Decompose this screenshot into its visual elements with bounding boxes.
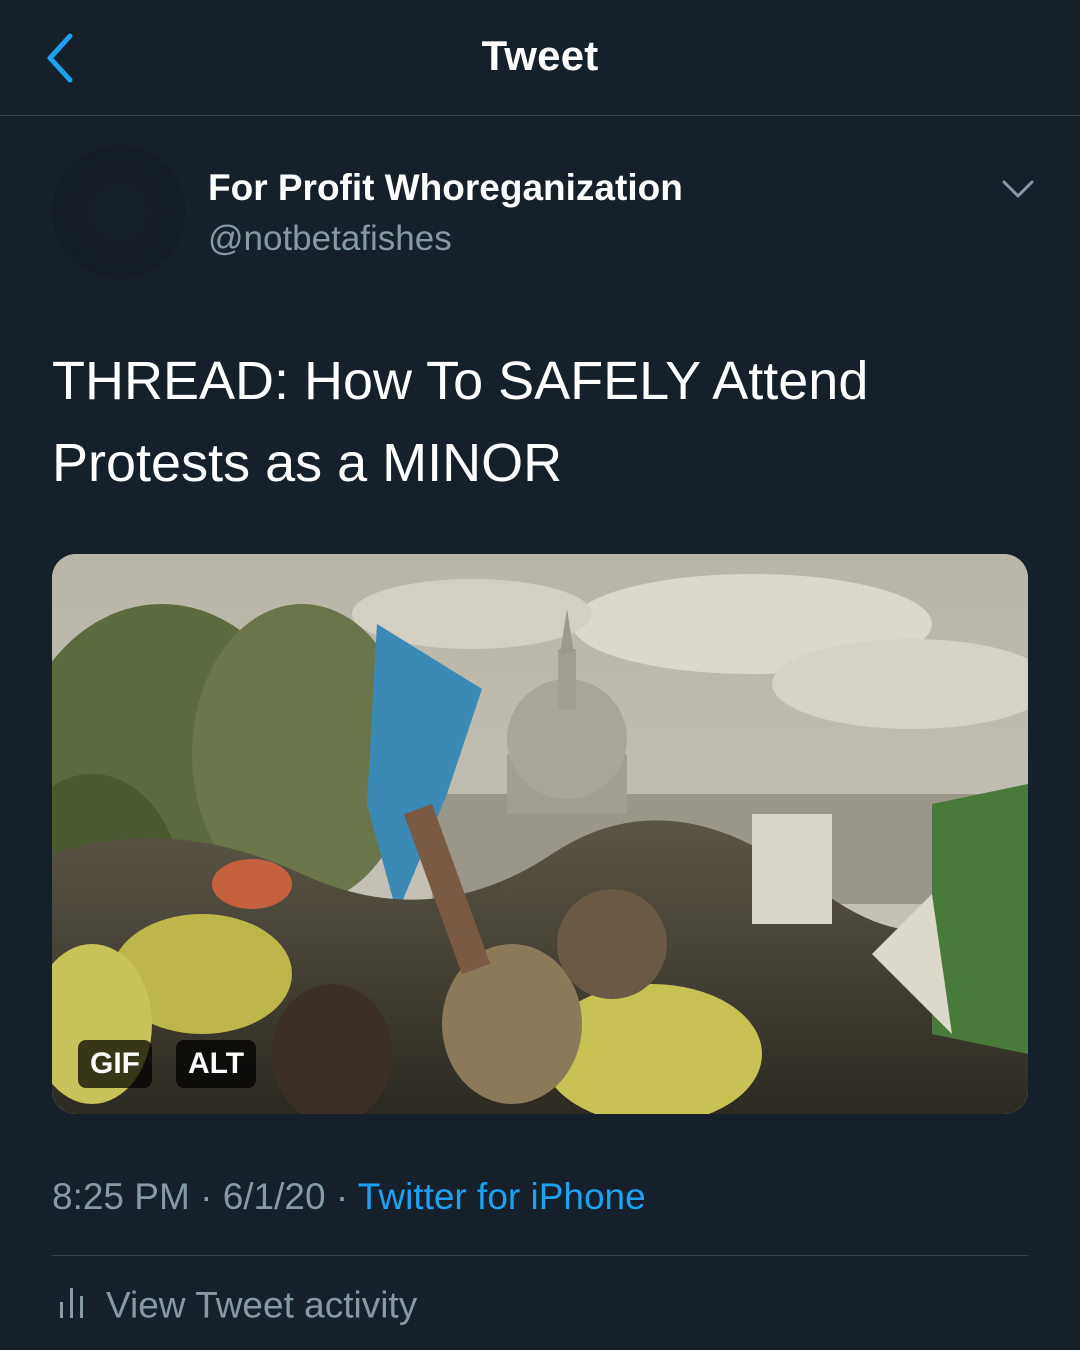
separator-dot: ·: [335, 1176, 349, 1217]
tweet-text-line: THREAD: How To SAFELY Attend: [52, 351, 869, 411]
chevron-down-icon: [1002, 180, 1034, 198]
avatar[interactable]: [52, 145, 186, 279]
tweet-author: For Profit Whoreganization @notbetafishe…: [52, 145, 1034, 285]
tweet-time: 8:25 PM: [52, 1176, 190, 1217]
page-title: Tweet: [481, 32, 599, 79]
tweet-date: 6/1/20: [222, 1176, 326, 1217]
gif-badge: GIF: [78, 1040, 152, 1088]
tweet-text-line: Protests as a MINOR: [52, 433, 563, 493]
view-tweet-activity-label: View Tweet activity: [106, 1284, 418, 1326]
divider: [52, 1255, 1028, 1256]
tweet-text: THREAD: How To SAFELY Attend Protests as…: [52, 340, 1032, 504]
protest-scene-image: [52, 554, 1028, 1114]
author-display-name[interactable]: For Profit Whoreganization: [208, 167, 683, 209]
tweet-media-gif[interactable]: [52, 554, 1028, 1114]
alt-text-button[interactable]: ALT: [176, 1040, 257, 1088]
view-tweet-activity-button[interactable]: View Tweet activity: [58, 1283, 417, 1333]
tweet-options-button[interactable]: [1000, 175, 1036, 203]
tweet-source-link[interactable]: Twitter for iPhone: [358, 1176, 646, 1217]
top-nav-bar: Tweet: [0, 0, 1080, 116]
activity-bars-icon: [58, 1280, 86, 1329]
author-handle[interactable]: @notbetafishes: [208, 219, 452, 259]
separator-dot: ·: [200, 1176, 213, 1217]
tweet-timestamp-row: 8:25 PM · 6/1/20 · Twitter for iPhone: [52, 1176, 646, 1218]
